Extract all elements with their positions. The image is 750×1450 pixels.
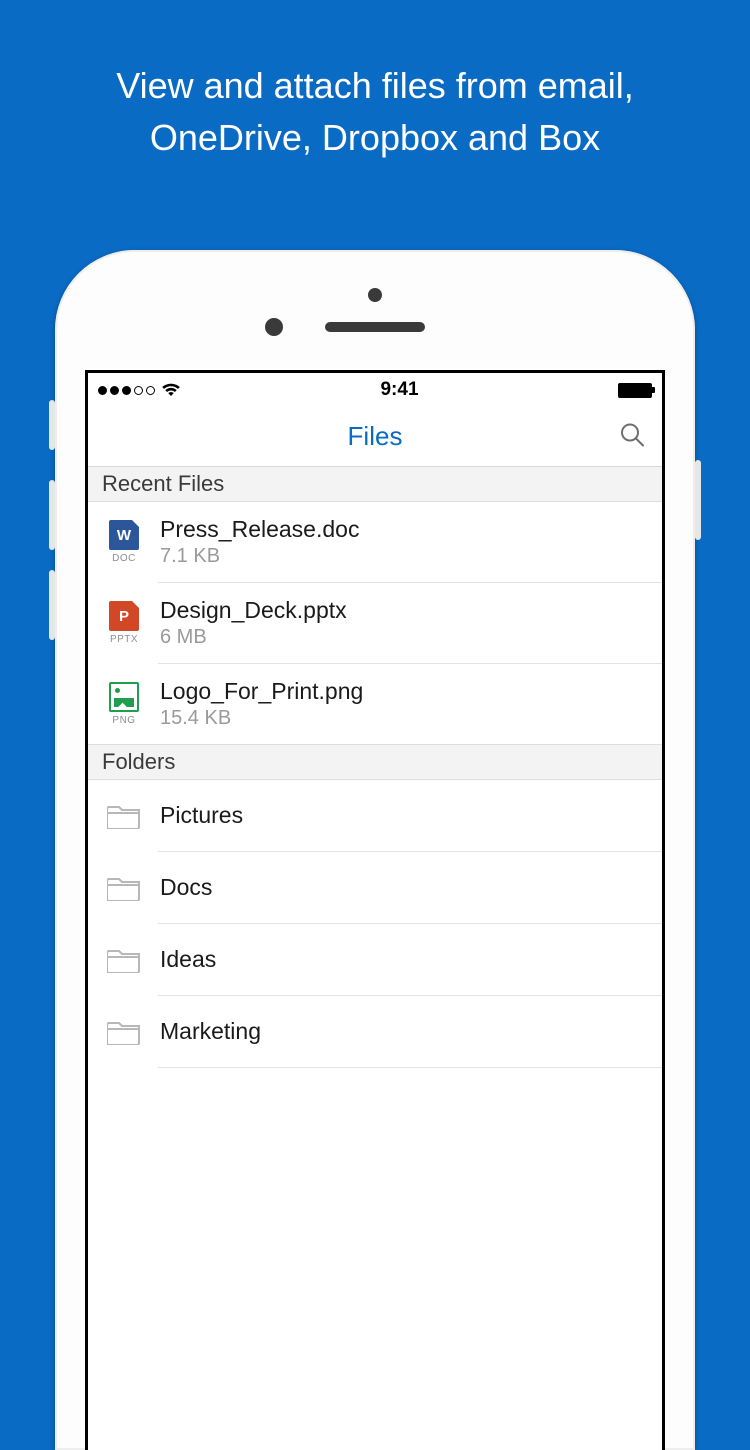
file-size: 15.4 KB: [160, 707, 363, 730]
phone-mute-switch: [49, 400, 55, 450]
file-icon-png: PNG: [102, 682, 146, 726]
folders-list: Pictures Docs Ideas Mar: [88, 780, 662, 1068]
file-ext-label: DOC: [112, 553, 136, 564]
section-header-folders: Folders: [88, 744, 662, 780]
wifi-icon: [161, 383, 181, 397]
status-left: [98, 383, 181, 397]
phone-power-button: [695, 460, 701, 540]
phone-frame: 9:41 Files Recent Files W DOC: [55, 250, 695, 1450]
section-header-recent: Recent Files: [88, 467, 662, 502]
phone-sensor: [368, 288, 382, 302]
status-bar: 9:41: [88, 373, 662, 407]
file-row[interactable]: P PPTX Design_Deck.pptx 6 MB: [88, 583, 662, 663]
status-right: [618, 383, 652, 398]
nav-bar: Files: [88, 407, 662, 467]
file-ext-label: PNG: [112, 715, 135, 726]
cellular-signal-icon: [98, 386, 155, 395]
image-icon: [109, 682, 139, 712]
search-button[interactable]: [618, 420, 646, 453]
phone-speaker: [325, 322, 425, 332]
recent-files-list: W DOC Press_Release.doc 7.1 KB P PPTX De…: [88, 502, 662, 744]
phone-volume-down: [49, 570, 55, 640]
phone-screen: 9:41 Files Recent Files W DOC: [85, 370, 665, 1450]
file-row[interactable]: W DOC Press_Release.doc 7.1 KB: [88, 502, 662, 582]
folder-row[interactable]: Docs: [88, 852, 662, 923]
file-name: Press_Release.doc: [160, 516, 359, 543]
folder-icon: [102, 1019, 146, 1045]
file-name: Design_Deck.pptx: [160, 597, 347, 624]
status-time: 9:41: [380, 379, 418, 401]
folder-row[interactable]: Pictures: [88, 780, 662, 851]
battery-icon: [618, 383, 652, 398]
powerpoint-icon: P: [109, 601, 139, 631]
folder-name: Docs: [160, 874, 212, 901]
folder-row[interactable]: Marketing: [88, 996, 662, 1067]
search-icon: [618, 420, 646, 448]
folder-icon: [102, 875, 146, 901]
file-row[interactable]: PNG Logo_For_Print.png 15.4 KB: [88, 664, 662, 744]
file-size: 6 MB: [160, 626, 347, 649]
phone-volume-up: [49, 480, 55, 550]
file-icon-pptx: P PPTX: [102, 601, 146, 645]
promo-headline: View and attach files from email, OneDri…: [0, 0, 750, 204]
phone-camera: [265, 318, 283, 336]
page-title: Files: [348, 421, 403, 452]
promo-line2: OneDrive, Dropbox and Box: [150, 117, 600, 158]
folder-name: Ideas: [160, 946, 216, 973]
word-icon: W: [109, 520, 139, 550]
folder-icon: [102, 947, 146, 973]
promo-line1: View and attach files from email,: [116, 65, 634, 106]
folder-row[interactable]: Ideas: [88, 924, 662, 995]
folder-icon: [102, 803, 146, 829]
folder-name: Pictures: [160, 802, 243, 829]
file-size: 7.1 KB: [160, 545, 359, 568]
file-icon-doc: W DOC: [102, 520, 146, 564]
folder-name: Marketing: [160, 1018, 261, 1045]
file-name: Logo_For_Print.png: [160, 678, 363, 705]
divider: [158, 1067, 662, 1068]
file-ext-label: PPTX: [110, 634, 138, 645]
